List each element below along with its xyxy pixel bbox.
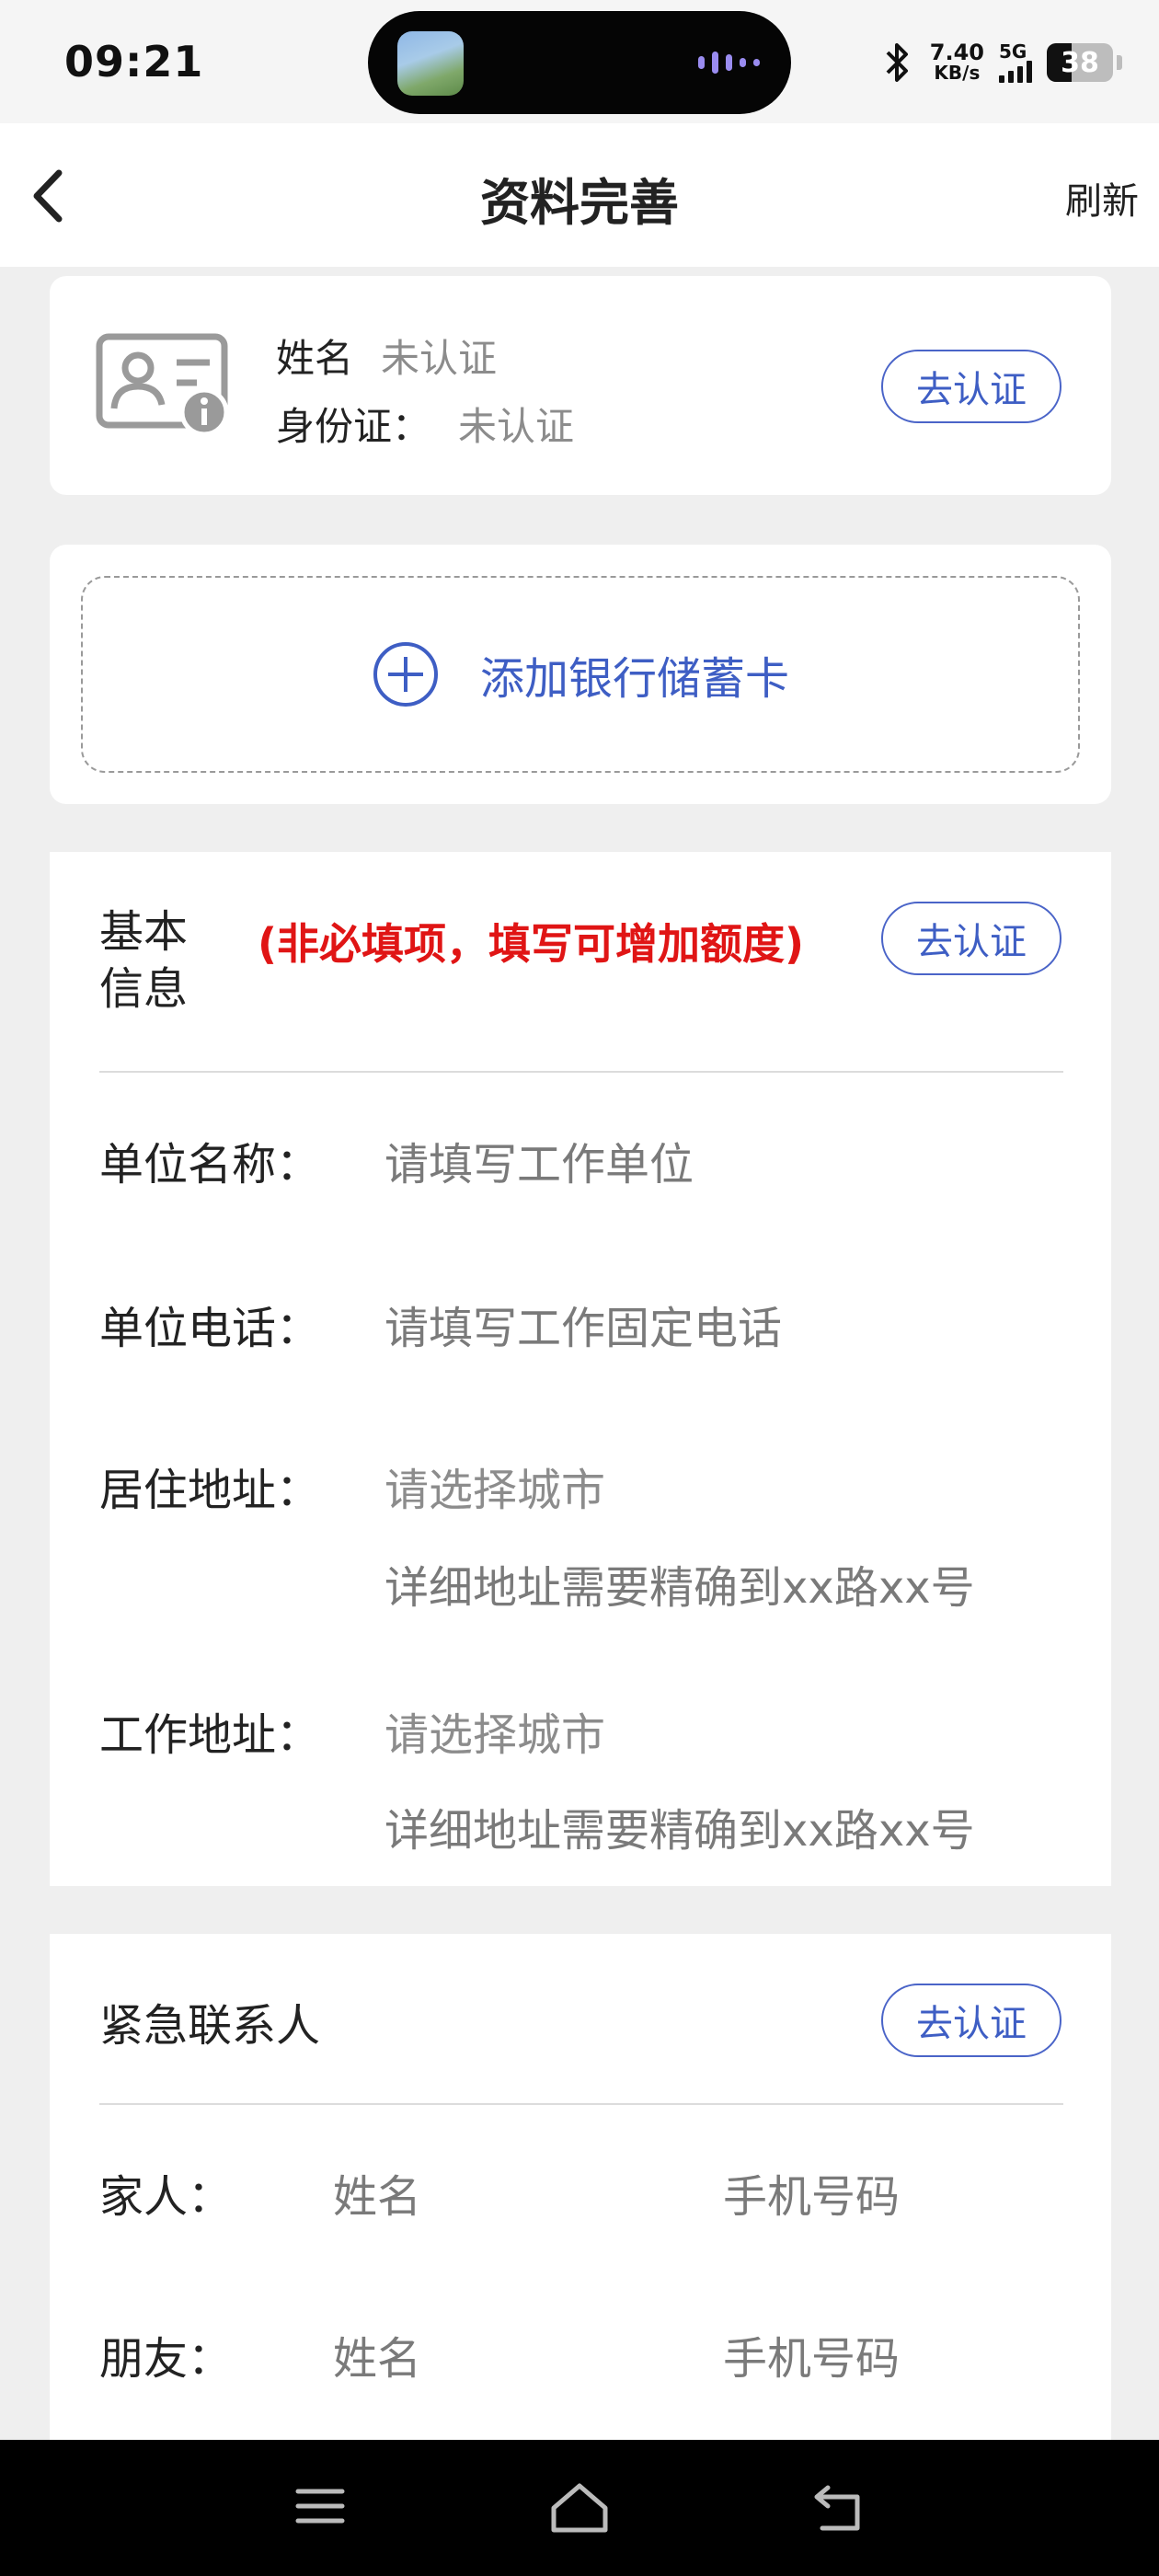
emergency-contact-title: 紧急联系人	[99, 2000, 321, 2052]
id-label: 身份证：	[276, 404, 431, 449]
divider	[99, 2103, 1063, 2105]
id-value: 未认证	[458, 404, 575, 449]
battery-icon: 38	[1047, 43, 1113, 82]
return-icon[interactable]	[809, 2480, 866, 2536]
basic-info-title: 基本信息	[99, 906, 189, 1015]
status-time: 09:21	[64, 37, 204, 86]
network-speed-unit: KB/s	[934, 62, 981, 84]
navigation-bar: 资料完善 刷新	[0, 123, 1159, 267]
family-label: 家人：	[99, 2171, 233, 2223]
emergency-contact-verify-button[interactable]: 去认证	[881, 1984, 1061, 2057]
basic-info-verify-button[interactable]: 去认证	[881, 902, 1061, 975]
friend-phone-input[interactable]: 手机号码	[723, 2322, 900, 2386]
company-name-input[interactable]: 请填写工作单位	[384, 1128, 694, 1192]
basic-info-note: (非必填项，填写可增加额度)	[258, 919, 805, 969]
company-phone-label: 单位电话：	[99, 1303, 321, 1354]
page: 09:21 7.40 KB/s 5G 38 资料完善 刷新 姓名 未认证 身份证…	[0, 0, 1159, 2576]
bluetooth-icon	[886, 43, 908, 82]
status-icons: 7.40 KB/s 5G 38	[878, 37, 1122, 88]
home-city-select[interactable]: 请选择城市	[384, 1454, 605, 1518]
friend-name-input[interactable]: 姓名	[333, 2322, 421, 2386]
id-number-row: 身份证： 未认证	[276, 396, 574, 452]
media-thumbnail	[397, 31, 464, 96]
company-name-label: 单位名称：	[99, 1139, 321, 1190]
name-row: 姓名 未认证	[276, 328, 497, 384]
friend-label: 朋友：	[99, 2333, 233, 2385]
plus-circle-icon	[373, 642, 438, 707]
refresh-button[interactable]: 刷新	[1065, 171, 1139, 224]
battery-level: 38	[1061, 46, 1099, 79]
family-phone-input[interactable]: 手机号码	[723, 2160, 900, 2225]
dynamic-island[interactable]	[368, 11, 791, 114]
name-label: 姓名	[276, 336, 354, 381]
network-speed: 7.40 KB/s	[929, 40, 984, 84]
identity-verify-button[interactable]: 去认证	[881, 350, 1061, 423]
add-bank-card-button[interactable]: 添加银行储蓄卡	[81, 576, 1080, 773]
family-name-input[interactable]: 姓名	[333, 2160, 421, 2225]
basic-info-section: 基本信息 (非必填项，填写可增加额度) 去认证 单位名称： 请填写工作单位 单位…	[50, 852, 1111, 1886]
name-value: 未认证	[381, 336, 498, 381]
signal-bars-icon	[999, 61, 1032, 83]
identity-card: 姓名 未认证 身份证： 未认证 去认证	[50, 276, 1111, 495]
home-icon[interactable]	[548, 2480, 611, 2536]
signal-indicator: 5G	[999, 42, 1032, 83]
divider	[99, 1071, 1063, 1073]
emergency-contact-section: 紧急联系人 去认证 家人： 姓名 手机号码 朋友： 姓名 手机号码	[50, 1934, 1111, 2449]
status-bar: 09:21 7.40 KB/s 5G 38	[0, 0, 1159, 123]
work-city-select[interactable]: 请选择城市	[384, 1698, 605, 1763]
work-detail-address-input[interactable]: 详细地址需要精确到xx路xx号	[384, 1794, 975, 1858]
menu-icon[interactable]	[293, 2480, 348, 2532]
network-type: 5G	[999, 40, 1027, 63]
page-title: 资料完善	[480, 174, 679, 232]
home-address-label: 居住地址：	[99, 1465, 321, 1516]
bank-card-section: 添加银行储蓄卡	[50, 545, 1111, 804]
add-bank-card-label: 添加银行储蓄卡	[479, 653, 789, 705]
home-detail-address-input[interactable]: 详细地址需要精确到xx路xx号	[384, 1551, 975, 1616]
id-card-icon	[96, 333, 229, 436]
system-navigation-bar	[0, 2440, 1159, 2576]
company-phone-input[interactable]: 请填写工作固定电话	[384, 1292, 782, 1356]
work-address-label: 工作地址：	[99, 1709, 321, 1761]
network-speed-value: 7.40	[929, 40, 984, 65]
audio-wave-icon	[698, 52, 760, 74]
